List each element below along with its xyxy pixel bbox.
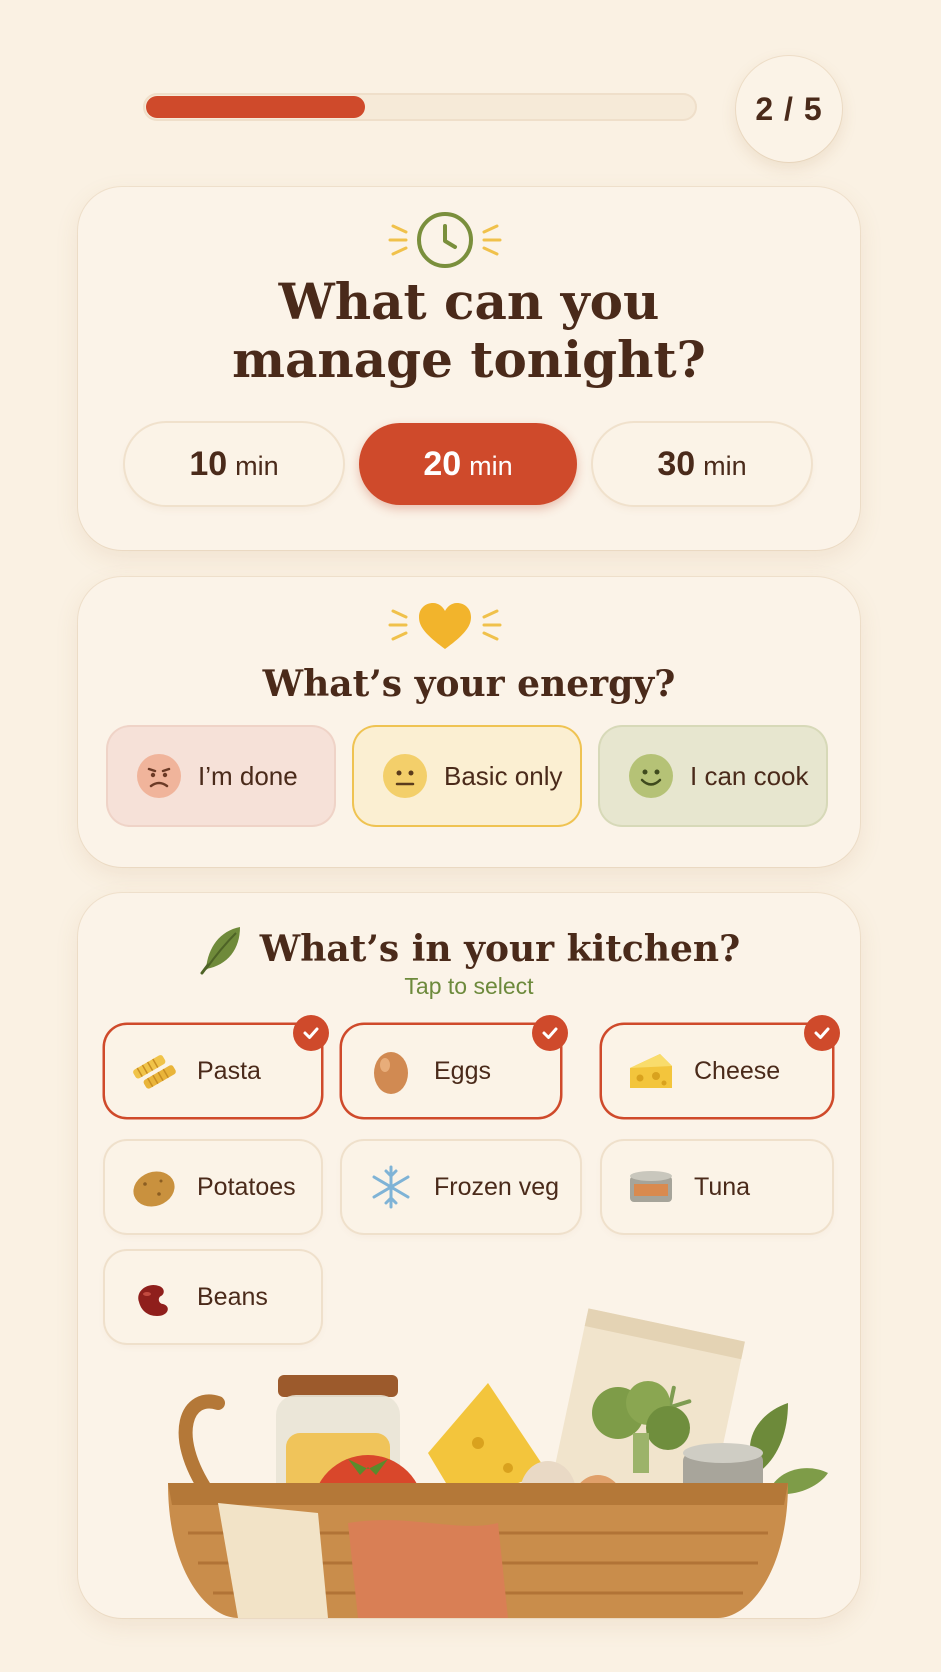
progress-bar-fill [146, 96, 365, 118]
checkmark-icon [293, 1015, 329, 1051]
energy-option-basic[interactable]: Basic only [354, 727, 580, 825]
ingredient-label: Potatoes [197, 1172, 296, 1201]
energy-question-card: What’s your energy? I’m done Basic only [78, 577, 860, 867]
ingredient-chip-tuna[interactable]: Tuna [602, 1141, 832, 1233]
energy-option-label: I can cook [690, 760, 809, 791]
time-options: 10 min 20 min 30 min [125, 423, 811, 505]
time-option-unit: min [469, 451, 513, 481]
cheese-icon [630, 1054, 672, 1088]
happy-face-icon [629, 754, 673, 798]
energy-option-cook[interactable]: I can cook [600, 727, 826, 825]
step-counter: 2 / 5 [736, 56, 842, 162]
kitchen-subtitle: Tap to select [404, 973, 534, 999]
sad-face-icon [137, 754, 181, 798]
time-option-unit: min [235, 451, 279, 481]
time-title-line-1: What can you [278, 272, 660, 331]
time-question-title: What can you manage tonight? [78, 273, 860, 389]
energy-option-done[interactable]: I’m done [108, 727, 334, 825]
heart-icon [388, 603, 502, 649]
time-option-value: 30 [657, 445, 696, 483]
leaf-icon [200, 927, 240, 975]
tuna-can-icon [630, 1171, 672, 1202]
time-option-30[interactable]: 30 min [593, 423, 811, 505]
snowflake-icon [372, 1165, 410, 1209]
energy-options: I’m done Basic only I can cook [108, 727, 826, 825]
checkmark-icon [532, 1015, 568, 1051]
ingredient-chip-cheese[interactable]: Cheese [602, 1015, 840, 1117]
kitchen-header: What’s in your kitchen? [78, 923, 860, 975]
ingredient-label: Cheese [694, 1056, 781, 1085]
progress-bar [143, 93, 697, 121]
pasta-icon [133, 1055, 176, 1089]
ingredient-chip-pasta[interactable]: Pasta [105, 1015, 329, 1117]
ingredient-chip-frozen-veg[interactable]: Frozen veg [342, 1141, 580, 1233]
ingredient-label: Frozen veg [434, 1172, 560, 1201]
ingredient-label: Tuna [694, 1172, 751, 1201]
time-option-20[interactable]: 20 min [359, 423, 577, 505]
ingredient-chip-eggs[interactable]: Eggs [342, 1015, 568, 1117]
checkmark-icon [804, 1015, 840, 1051]
kitchen-question-card: What’s in your kitchen? Tap to select Pa… [78, 893, 860, 1618]
time-title-line-2: manage tonight? [232, 330, 706, 389]
egg-icon [374, 1052, 408, 1094]
kitchen-question-title: What’s in your kitchen? [259, 928, 741, 970]
ingredient-chip-potatoes[interactable]: Potatoes [105, 1141, 321, 1233]
energy-question-title: What’s your energy? [262, 663, 676, 705]
time-option-value: 10 [189, 445, 228, 483]
time-option-10[interactable]: 10 min [125, 423, 343, 505]
clock-icon [388, 212, 502, 268]
neutral-face-icon [383, 754, 427, 798]
time-option-value: 20 [423, 445, 462, 483]
time-option-unit: min [703, 451, 747, 481]
ingredient-label: Eggs [434, 1056, 491, 1085]
ingredient-label: Pasta [197, 1056, 261, 1085]
grocery-basket-illustration [168, 1308, 828, 1618]
energy-option-label: Basic only [444, 760, 563, 791]
potato-icon [133, 1171, 175, 1207]
energy-option-label: I’m done [198, 760, 298, 791]
time-question-card: What can you manage tonight? 10 min 20 m… [78, 187, 860, 550]
